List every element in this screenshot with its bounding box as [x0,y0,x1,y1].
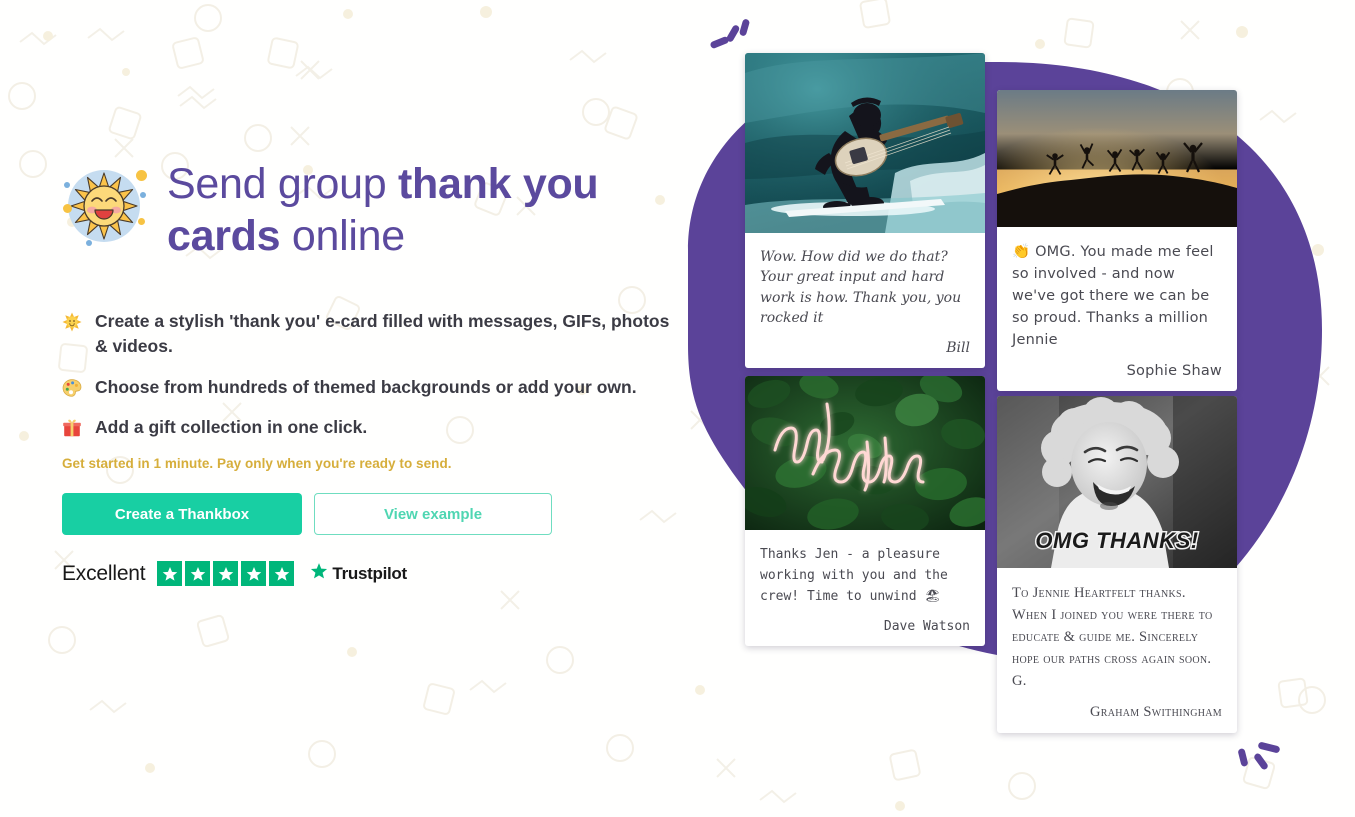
testimonial-author: Bill [946,340,970,357]
headline-part-1: Send group [167,160,398,208]
trustpilot-stars [157,561,295,587]
testimonial-quote: Wow. How did we do that? Your great inpu… [760,249,962,326]
testimonial-quote: 👏 OMG. You made me feel so involved - an… [1012,244,1214,349]
create-thankbox-button[interactable]: Create a Thankbox [62,493,302,536]
headline-row: Send group thank you cards online [62,150,682,263]
testimonial-quote: Thanks Jen - a pleasure working with you… [760,547,948,605]
list-item: Add a gift collection in one click. [62,415,682,440]
surfer-playing-guitar-image [745,53,985,233]
list-item-label: Add a gift collection in one click. [95,417,368,438]
list-item-label: Choose from hundreds of themed backgroun… [95,376,637,397]
trustpilot-logo[interactable]: Trustpilot [309,561,407,586]
sun-emoji-icon [62,312,82,332]
testimonial-body: 👏 OMG. You made me feel so involved - an… [997,227,1237,391]
testimonial-body: To Jennie Heartfelt thanks. When I joine… [997,568,1237,733]
trustpilot-wordmark: Trustpilot [332,563,407,583]
star-icon [213,561,239,587]
testimonial-card[interactable]: Wow. How did we do that? Your great inpu… [745,53,985,369]
trustpilot-rating-word: Excellent [62,561,146,585]
cta-button-row: Create a Thankbox View example [62,493,682,536]
decoration-bottom-right-dashes [1238,742,1280,770]
star-icon [269,561,295,587]
laughing-child-omg-thanks-image: OMG THANKS! [997,396,1237,568]
testimonial-body: Wow. How did we do that? Your great inpu… [745,233,985,368]
testimonial-card[interactable]: Thanks Jen - a pleasure working with you… [745,376,985,647]
trustpilot-rating[interactable]: Excellent Trustpilot [62,561,682,587]
artist-palette-emoji-icon [62,378,82,398]
testimonial-author: Graham Swithingham [1090,704,1222,721]
testimonial-card[interactable]: 👏 OMG. You made me feel so involved - an… [997,90,1237,392]
testimonial-card[interactable]: OMG THANKS! To Jennie Heartfelt thanks. … [997,396,1237,734]
testimonial-author: Sophie Shaw [1126,363,1222,380]
star-icon [157,561,183,587]
svg-text:OMG THANKS!: OMG THANKS! [1035,528,1198,553]
and-breathe-neon-sign-image [745,376,985,530]
feature-bullet-list: Create a stylish 'thank you' e-card fill… [62,309,682,440]
view-example-button[interactable]: View example [314,493,552,536]
people-jumping-at-sunset-image [997,90,1237,227]
list-item: Choose from hundreds of themed backgroun… [62,375,682,400]
list-item-label: Create a stylish 'thank you' e-card fill… [95,310,670,356]
star-icon [185,561,211,587]
testimonial-quote: To Jennie Heartfelt thanks. When I joine… [1012,585,1213,690]
page-title: Send group thank you cards online [167,150,682,263]
testimonial-author: Dave Watson [883,619,970,635]
landing-page-hero: Send group thank you cards online Create… [0,0,1355,817]
list-item: Create a stylish 'thank you' e-card fill… [62,309,682,359]
wrapped-gift-emoji-icon [62,418,82,438]
smiling-sun-icon [62,164,147,248]
hero-left-column: Send group thank you cards online Create… [62,150,682,587]
testimonial-body: Thanks Jen - a pleasure working with you… [745,530,985,646]
star-icon [241,561,267,587]
gif-caption-text: OMG THANKS! [1034,527,1200,555]
pricing-tagline: Get started in 1 minute. Pay only when y… [62,456,452,472]
decoration-top-left-dashes [710,19,750,49]
trustpilot-star-icon [309,561,329,586]
headline-part-3: online [280,212,405,261]
